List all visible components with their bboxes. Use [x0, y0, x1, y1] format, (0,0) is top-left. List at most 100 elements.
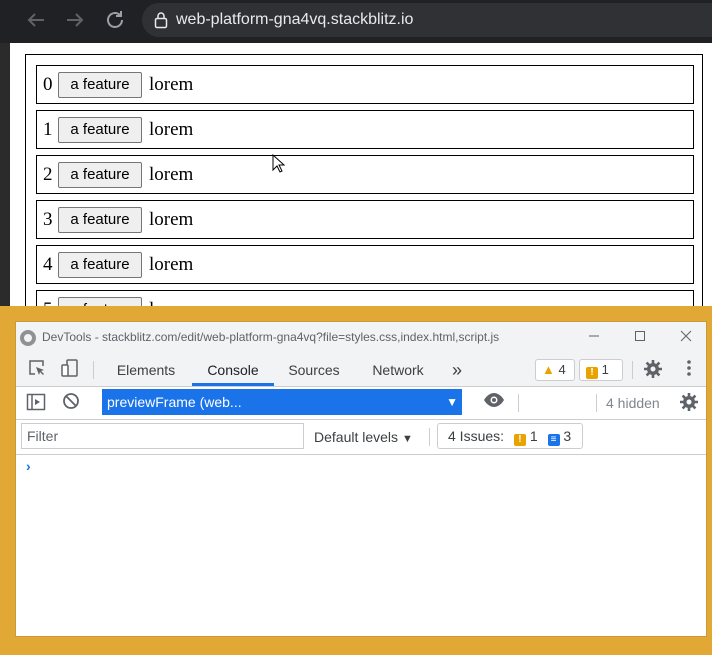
item-text: lorem: [149, 119, 194, 140]
browser-toolbar: web-platform-gna4vq.stackblitz.io: [0, 0, 712, 42]
item-index: 4: [43, 254, 53, 275]
item-index: 2: [43, 164, 53, 185]
close-button[interactable]: [671, 326, 701, 350]
toolbar-divider: [429, 428, 430, 446]
toolbar-divider: [632, 361, 633, 379]
warnings-count: 4: [558, 362, 566, 377]
filter-bar: Filter Default levels ▼ 4 Issues: ! 1 ≡ …: [16, 420, 706, 455]
device-toolbar-button[interactable]: [59, 359, 81, 381]
console-output[interactable]: ›: [16, 455, 706, 636]
item-text: lorem: [149, 209, 194, 230]
item-index: 5: [43, 299, 53, 306]
mouse-cursor-icon: [272, 154, 286, 173]
console-settings-button[interactable]: [678, 392, 700, 414]
list-item: 4 a feature lorem: [36, 245, 694, 284]
live-expression-button[interactable]: [483, 392, 505, 414]
issues-info-count: 3: [563, 428, 572, 444]
console-prompt-chevron-icon: ›: [26, 458, 31, 474]
item-text: lorem: [149, 74, 194, 95]
devtools-titlebar: DevTools - stackblitz.com/edit/web-platf…: [16, 322, 706, 354]
dropdown-arrow-icon: ▼: [446, 395, 458, 409]
more-tabs-button[interactable]: »: [446, 354, 468, 386]
issue-icon: !: [586, 367, 598, 379]
arrow-left-icon: [27, 13, 44, 27]
list-item: 1 a feature lorem: [36, 110, 694, 149]
tab-console[interactable]: Console: [192, 354, 274, 386]
log-levels-dropdown[interactable]: Default levels ▼: [314, 420, 413, 456]
devtools-title: DevTools - stackblitz.com/edit/web-platf…: [42, 330, 500, 344]
feature-button[interactable]: a feature: [58, 297, 142, 306]
address-bar[interactable]: web-platform-gna4vq.stackblitz.io: [142, 3, 712, 37]
item-index: 3: [43, 209, 53, 230]
gear-icon: [644, 360, 662, 378]
feature-button[interactable]: a feature: [58, 207, 142, 233]
tab-network[interactable]: Network: [360, 354, 436, 386]
issue-warning-icon: !: [513, 434, 526, 446]
settings-button[interactable]: [642, 359, 664, 381]
console-toolbar: previewFrame (web... ▼ 4 hidden: [16, 387, 706, 420]
url-text: web-platform-gna4vq.stackblitz.io: [176, 11, 414, 28]
clear-icon: [63, 393, 79, 409]
lock-icon: [154, 12, 168, 29]
list-item: 3 a feature lorem: [36, 200, 694, 239]
chrome-logo-icon: [20, 330, 36, 346]
list-item: 0 a feature lorem: [36, 65, 694, 104]
back-button[interactable]: [22, 6, 50, 34]
inspect-icon: [29, 360, 44, 375]
clear-console-button[interactable]: [60, 392, 82, 414]
eye-icon: [484, 393, 504, 407]
minimize-button[interactable]: [579, 326, 609, 350]
issues-warning-count: 1: [529, 428, 538, 444]
page-viewport: 0 a feature lorem 1 a feature lorem 2 a …: [10, 43, 712, 306]
issue-info-icon: ≡: [547, 434, 560, 446]
toolbar-divider: [518, 394, 519, 412]
item-text: lorem: [149, 164, 194, 185]
maximize-icon: [635, 331, 645, 341]
filter-input[interactable]: Filter: [21, 423, 304, 449]
warnings-counter[interactable]: ▲ 4: [535, 359, 575, 381]
devtools-tabbar: Elements Console Sources Network » ▲ 4 !…: [16, 354, 706, 387]
issues-button[interactable]: 4 Issues: ! 1 ≡ 3: [437, 423, 583, 449]
toolbar-divider: [93, 361, 94, 379]
feature-button[interactable]: a feature: [58, 252, 142, 278]
forward-button[interactable]: [61, 6, 89, 34]
issues-label: 4 Issues:: [448, 428, 505, 444]
reload-icon: [107, 11, 123, 28]
devtools-panel: DevTools - stackblitz.com/edit/web-platf…: [15, 321, 707, 637]
context-selector[interactable]: previewFrame (web... ▼: [102, 389, 462, 415]
window-edge: [0, 43, 10, 306]
feature-list: 0 a feature lorem 1 a feature lorem 2 a …: [25, 54, 703, 306]
toolbar-divider: [596, 394, 597, 412]
hidden-messages-count: 4 hidden: [606, 395, 660, 411]
warning-icon: ▲: [542, 362, 555, 377]
device-icon: [61, 359, 78, 377]
item-text: lorem: [149, 254, 194, 275]
feature-button[interactable]: a feature: [58, 162, 142, 188]
errors-counter[interactable]: ! 1: [579, 359, 623, 381]
item-index: 0: [43, 74, 53, 95]
feature-button[interactable]: a feature: [58, 72, 142, 98]
list-item: 2 a feature lorem: [36, 155, 694, 194]
feature-button[interactable]: a feature: [58, 117, 142, 143]
devtools-window-frame: DevTools - stackblitz.com/edit/web-platf…: [0, 306, 712, 655]
tab-elements[interactable]: Elements: [106, 354, 186, 386]
errors-count: 1: [601, 362, 609, 377]
reload-button[interactable]: [101, 6, 129, 34]
sidebar-icon: [26, 393, 46, 411]
log-levels-label: Default levels: [314, 429, 399, 445]
inspect-element-button[interactable]: [26, 359, 48, 381]
item-text: lorem: [149, 299, 193, 306]
context-selector-value: previewFrame (web...: [107, 394, 242, 410]
show-sidebar-button[interactable]: [25, 392, 47, 414]
arrow-right-icon: [67, 13, 84, 27]
more-options-button[interactable]: [678, 359, 700, 381]
gear-icon: [680, 393, 698, 411]
kebab-menu-icon: [687, 360, 691, 376]
tab-sources[interactable]: Sources: [278, 354, 350, 386]
close-icon: [680, 330, 692, 342]
maximize-button[interactable]: [625, 326, 655, 350]
minimize-icon: [589, 335, 599, 337]
list-item: 5 a feature lorem: [36, 290, 694, 306]
item-index: 1: [43, 119, 53, 140]
dropdown-arrow-icon: ▼: [401, 433, 413, 445]
